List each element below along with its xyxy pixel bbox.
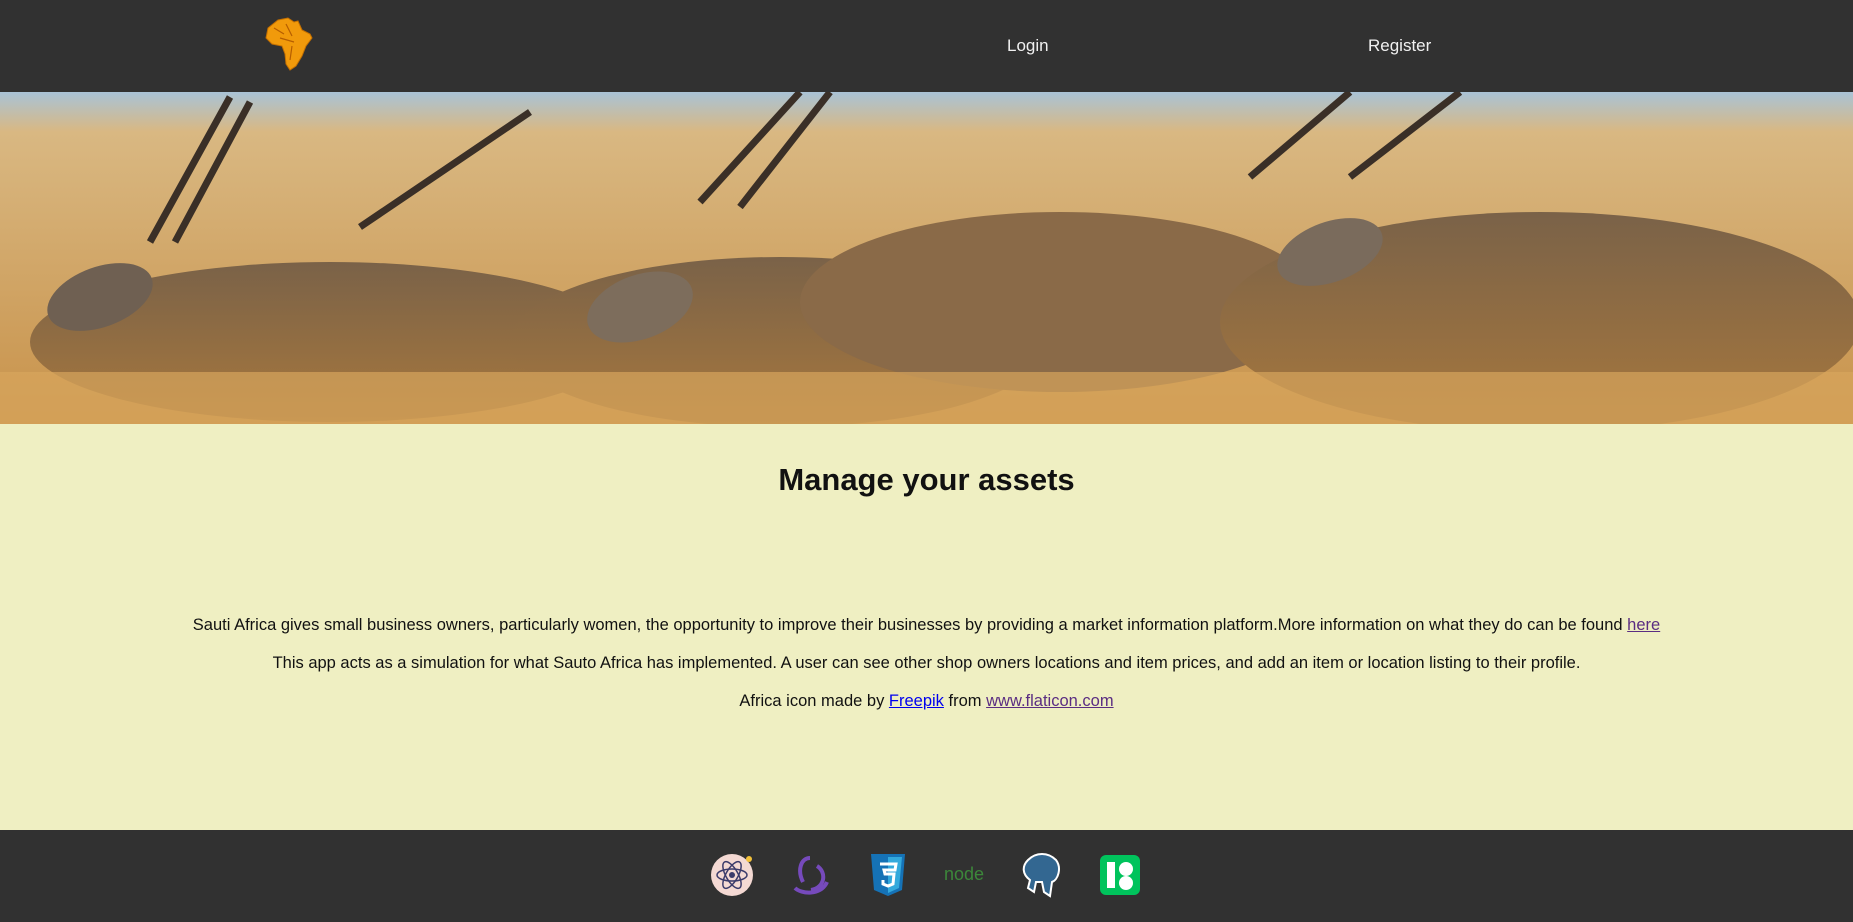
postgresql-icon (1022, 853, 1060, 898)
knex-icon (1100, 855, 1140, 895)
css3-icon (871, 854, 905, 896)
nodejs-text: node (944, 864, 984, 884)
credit-mid: from (943, 692, 987, 710)
credit-prefix: Africa icon made by (739, 692, 889, 710)
page-title: Manage your assets (778, 462, 1075, 497)
freepik-link[interactable]: Freepik (889, 692, 944, 710)
flaticon-link[interactable]: www.flaticon.com (986, 692, 1113, 710)
simulation-paragraph: This app acts as a simulation for what S… (272, 654, 1581, 672)
more-info-link[interactable]: here (1627, 616, 1660, 634)
login-link[interactable]: Login (1007, 36, 1049, 56)
main-content: Manage your assets Sauti Africa gives sm… (0, 424, 1853, 830)
nodejs-icon: node (944, 864, 984, 884)
credit-paragraph: Africa icon made by Freepik from www.fla… (0, 692, 1853, 711)
africa-logo-icon[interactable] (264, 16, 314, 72)
hero-antelope-image (0, 92, 1853, 424)
intro-text: Sauti Africa gives small business owners… (192, 616, 1628, 634)
footer: node (0, 830, 1853, 922)
redux-icon (793, 856, 829, 895)
register-link[interactable]: Register (1368, 36, 1431, 56)
react-icon (711, 854, 753, 896)
hero-banner (0, 92, 1853, 424)
top-nav: Login Register (0, 0, 1853, 92)
intro-paragraph: Sauti Africa gives small business owners… (0, 616, 1853, 635)
